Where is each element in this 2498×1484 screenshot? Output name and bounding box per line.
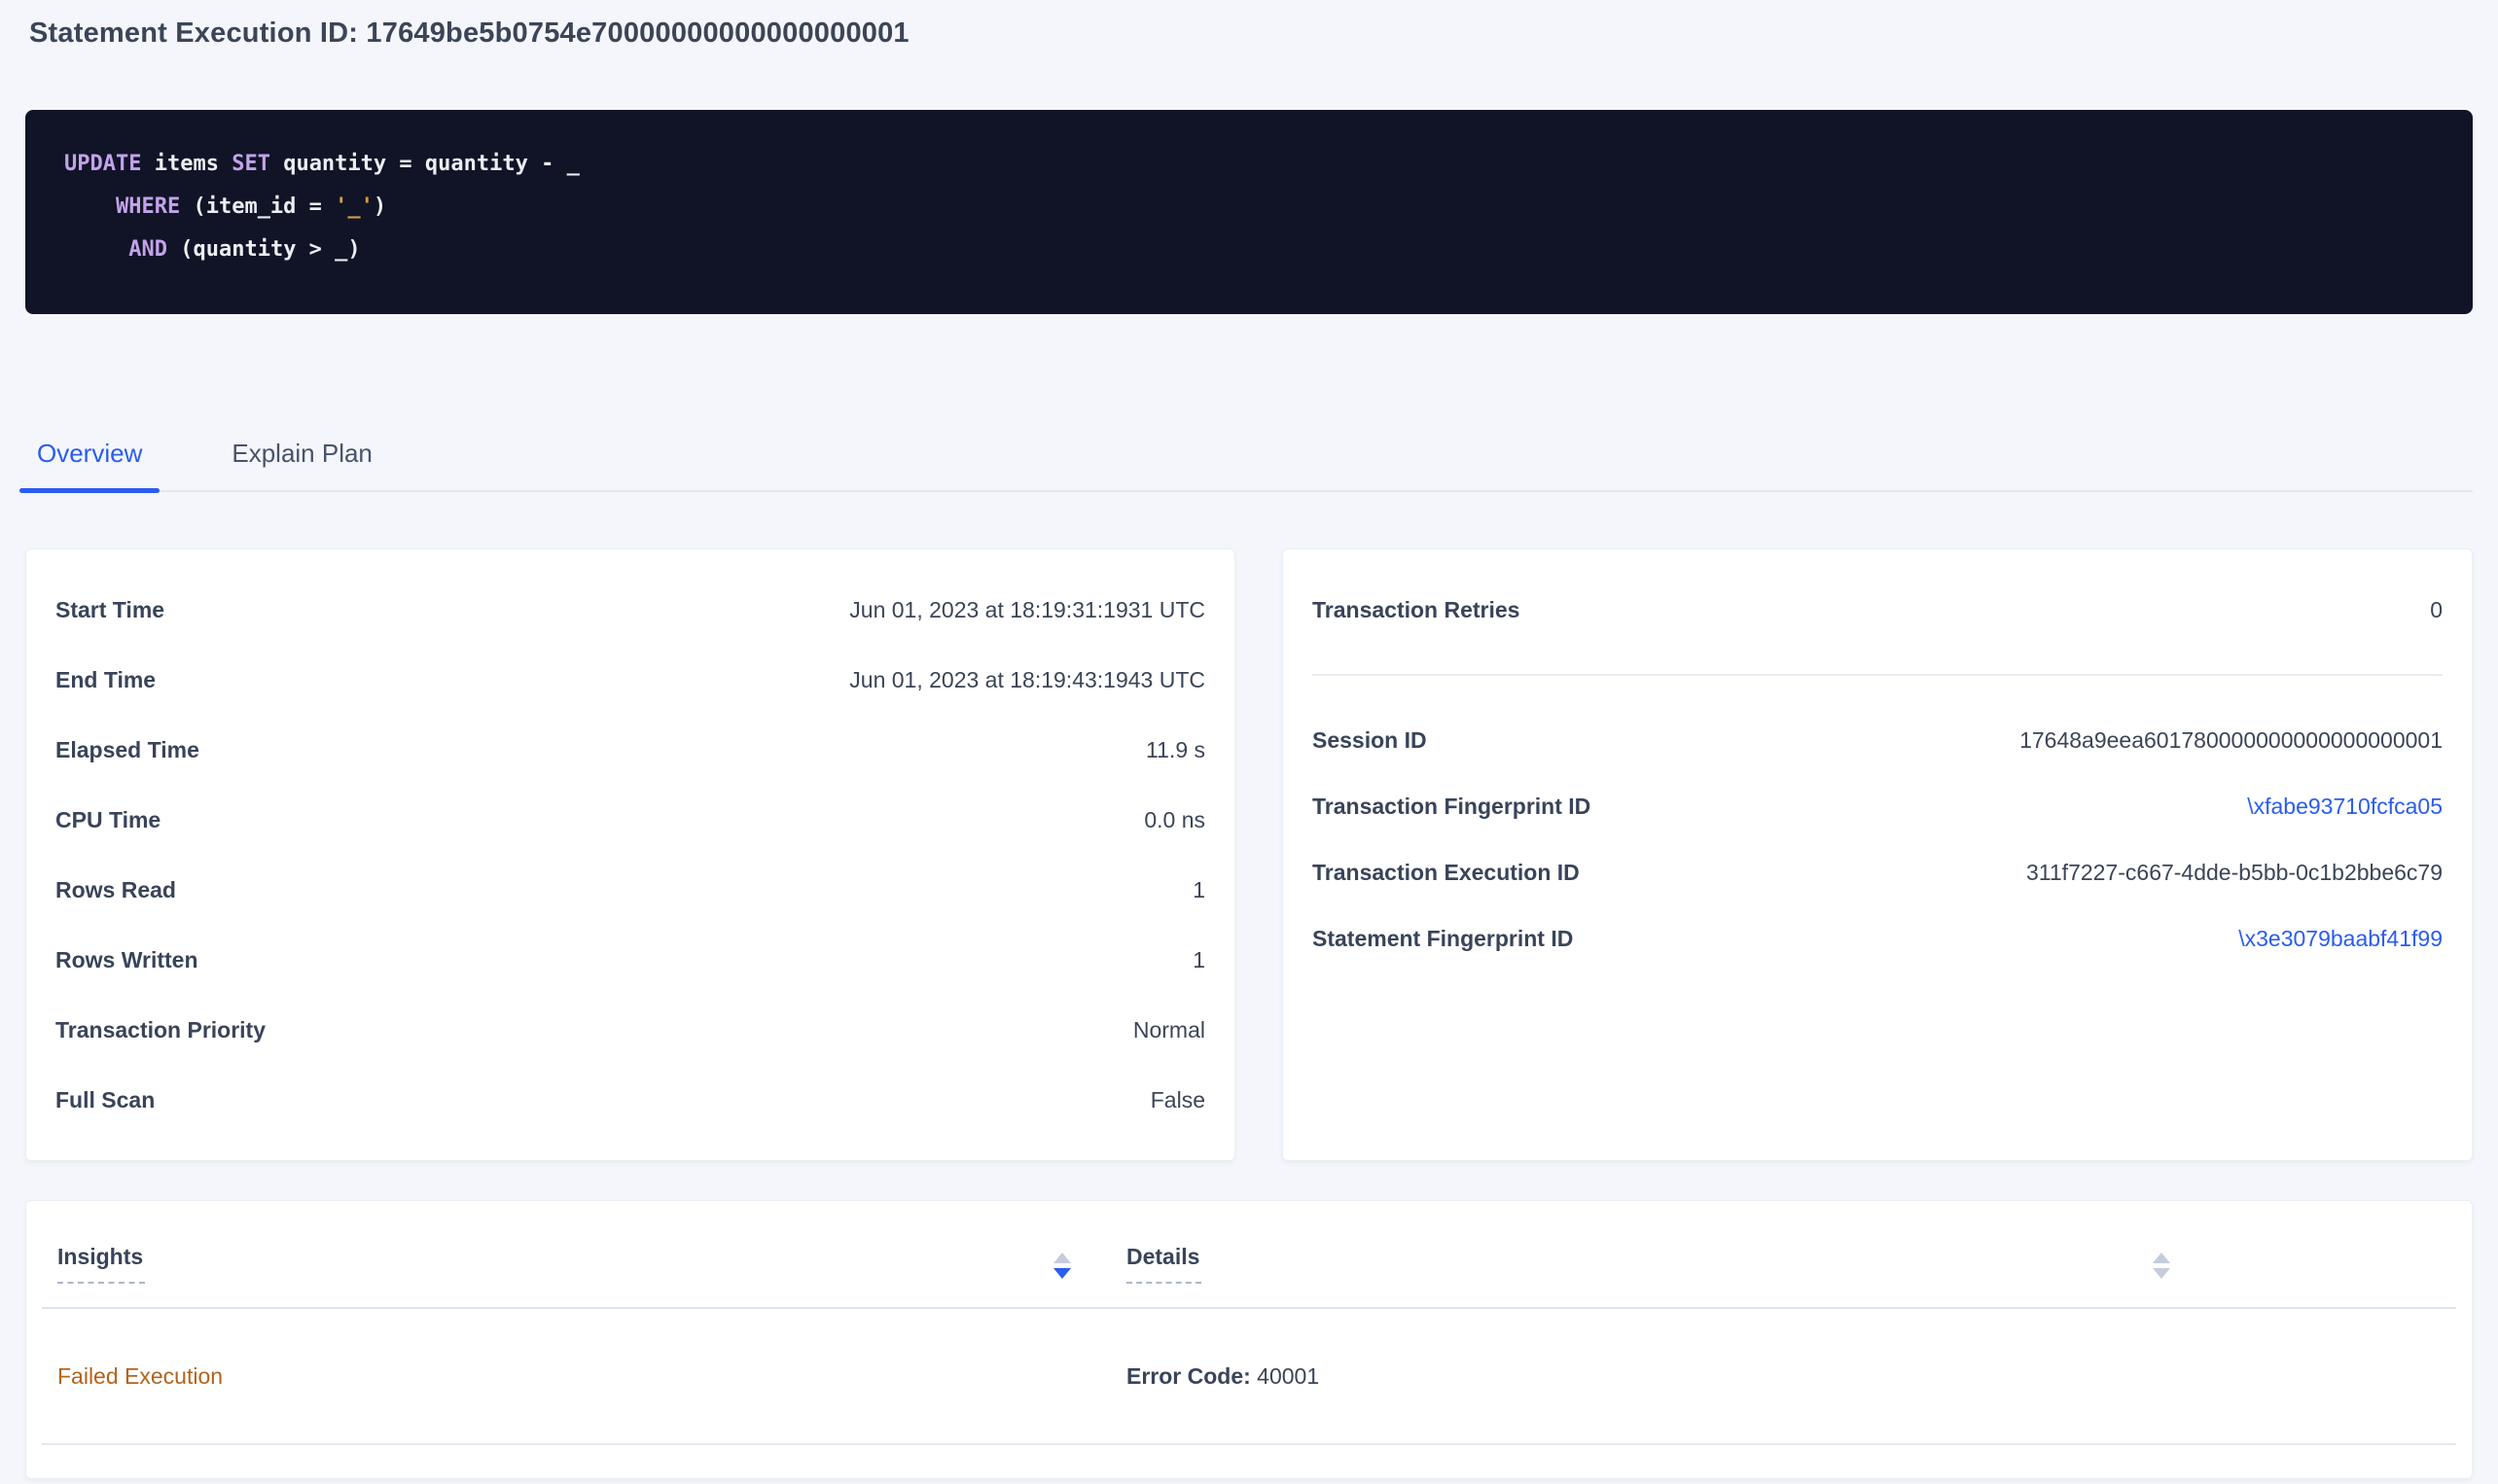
stat-row-transaction-execution-id: Transaction Execution ID 311f7227-c667-4… xyxy=(1312,839,2443,905)
stat-row-session-id: Session ID 17648a9eea6017800000000000000… xyxy=(1312,707,2443,773)
sort-down-arrow-icon xyxy=(2153,1268,2170,1279)
insight-status-text: Failed Execution xyxy=(57,1363,223,1389)
stat-value: Jun 01, 2023 at 18:19:43:1943 UTC xyxy=(849,667,1205,693)
card-divider xyxy=(1312,674,2443,676)
insights-table-header: Insights Details xyxy=(42,1201,2456,1309)
sql-keyword: AND xyxy=(128,237,167,262)
stat-label: Transaction Retries xyxy=(1312,597,1519,623)
stat-row-cpu-time: CPU Time 0.0 ns xyxy=(55,785,1205,855)
stat-row-elapsed-time: Elapsed Time 11.9 s xyxy=(55,715,1205,785)
insight-table-row: Failed Execution Error Code: 40001 xyxy=(42,1309,2456,1445)
stat-label: Rows Read xyxy=(55,877,176,903)
sort-down-arrow-icon xyxy=(1053,1268,1071,1279)
stat-row-start-time: Start Time Jun 01, 2023 at 18:19:31:1931… xyxy=(55,575,1205,645)
details-column-header: Details xyxy=(1126,1244,2170,1284)
details-header-label[interactable]: Details xyxy=(1126,1244,1201,1284)
stat-value: 0 xyxy=(2430,597,2443,623)
sort-up-arrow-icon xyxy=(2153,1253,2170,1263)
sql-string-literal: '_' xyxy=(335,194,374,219)
sql-keyword: SET xyxy=(232,152,270,176)
insights-header-label[interactable]: Insights xyxy=(57,1244,145,1284)
stat-value: 11.9 s xyxy=(1146,737,1205,763)
stat-row-transaction-retries: Transaction Retries 0 xyxy=(1312,575,2443,645)
tab-explain-plan-label: Explain Plan xyxy=(232,439,373,468)
stat-label: Transaction Priority xyxy=(55,1017,266,1043)
stat-label: Rows Written xyxy=(55,947,198,973)
stat-row-full-scan: Full Scan False xyxy=(55,1065,1205,1135)
stat-label: Start Time xyxy=(55,597,164,623)
stat-row-transaction-fingerprint-id: Transaction Fingerprint ID \xfabe93710fc… xyxy=(1312,773,2443,839)
sort-details-icon[interactable] xyxy=(2153,1249,2170,1279)
statement-fingerprint-link[interactable]: \x3e3079baabf41f99 xyxy=(2238,926,2443,952)
stat-label: Full Scan xyxy=(55,1087,155,1113)
stat-label: Elapsed Time xyxy=(55,737,199,763)
tab-bar: Overview Explain Plan xyxy=(19,427,2473,492)
stat-row-rows-read: Rows Read 1 xyxy=(55,855,1205,925)
stat-value: 17648a9eea601780000000000000000001 xyxy=(2019,727,2443,754)
summary-cards: Start Time Jun 01, 2023 at 18:19:31:1931… xyxy=(25,548,2473,1161)
stat-row-statement-fingerprint-id: Statement Fingerprint ID \x3e3079baabf41… xyxy=(1312,905,2443,972)
stat-value: 1 xyxy=(1193,947,1205,973)
stat-row-end-time: End Time Jun 01, 2023 at 18:19:43:1943 U… xyxy=(55,645,1205,715)
sql-keyword: WHERE xyxy=(116,194,180,219)
stat-value: 311f7227-c667-4dde-b5bb-0c1b2bbe6c79 xyxy=(2026,860,2443,886)
insight-cell: Failed Execution xyxy=(57,1363,1126,1390)
stat-row-transaction-priority: Transaction Priority Normal xyxy=(55,995,1205,1065)
stat-value: Normal xyxy=(1133,1017,1205,1043)
tab-overview[interactable]: Overview xyxy=(19,427,160,490)
page-title: Statement Execution ID: 17649be5b0754e70… xyxy=(29,14,2469,53)
error-code-label: Error Code: xyxy=(1126,1363,1251,1389)
transaction-ids-card: Transaction Retries 0 Session ID 17648a9… xyxy=(1282,548,2473,1161)
stat-label: Statement Fingerprint ID xyxy=(1312,926,1573,952)
transaction-fingerprint-link[interactable]: \xfabe93710fcfca05 xyxy=(2247,794,2443,820)
sort-insights-icon[interactable] xyxy=(1053,1249,1071,1279)
tab-explain-plan[interactable]: Explain Plan xyxy=(214,427,390,490)
stat-label: Transaction Fingerprint ID xyxy=(1312,794,1590,820)
details-cell: Error Code: 40001 xyxy=(1126,1363,2441,1390)
stat-row-rows-written: Rows Written 1 xyxy=(55,925,1205,995)
stat-value: False xyxy=(1151,1087,1205,1113)
sql-keyword: UPDATE xyxy=(64,152,141,176)
error-code-value: 40001 xyxy=(1251,1363,1319,1389)
stat-label: CPU Time xyxy=(55,807,161,833)
insights-table-card: Insights Details Failed Execution Error … xyxy=(25,1200,2473,1479)
sql-statement-text: UPDATE items SET quantity = quantity - _… xyxy=(25,110,2473,271)
execution-stats-card: Start Time Jun 01, 2023 at 18:19:31:1931… xyxy=(25,548,1235,1161)
stat-value: 1 xyxy=(1193,877,1205,903)
stat-value: 0.0 ns xyxy=(1144,807,1205,833)
stat-label: Session ID xyxy=(1312,727,1427,754)
insights-column-header: Insights xyxy=(57,1244,1071,1284)
sql-statement-box: UPDATE items SET quantity = quantity - _… xyxy=(25,110,2473,314)
stat-value: Jun 01, 2023 at 18:19:31:1931 UTC xyxy=(849,597,1205,623)
sort-up-arrow-icon xyxy=(1053,1253,1071,1263)
stat-label: Transaction Execution ID xyxy=(1312,860,1580,886)
tab-overview-label: Overview xyxy=(37,439,142,468)
stat-label: End Time xyxy=(55,667,156,693)
